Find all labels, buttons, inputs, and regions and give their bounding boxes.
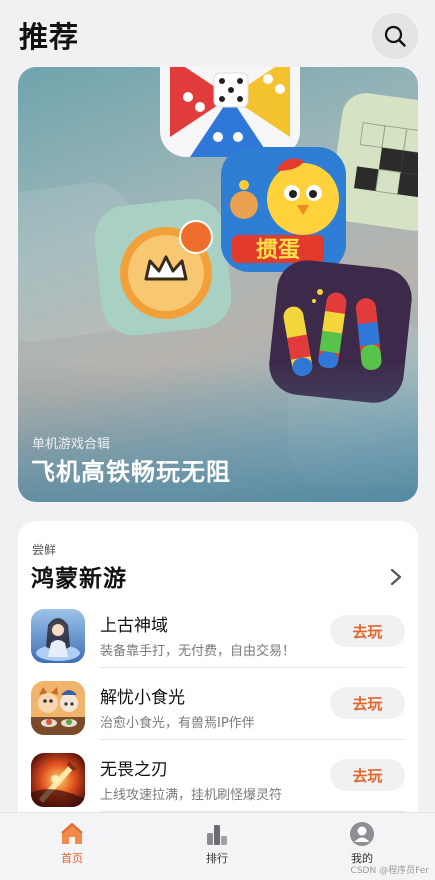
ludo-game-icon	[160, 67, 300, 157]
featured-banner[interactable]: 掼蛋 单机游戏合辑 飞机高铁畅玩无阻	[18, 67, 418, 502]
bottom-nav: 首页 排行 我的 CSDN @程序员Fer	[0, 812, 435, 880]
header: 推荐	[0, 0, 435, 66]
divider	[100, 739, 405, 740]
game-icon-wuwei	[31, 753, 85, 807]
nav-item-ranking[interactable]: 排行	[177, 821, 257, 871]
play-button[interactable]: 去玩	[330, 615, 405, 647]
section-kicker: 尝鲜	[32, 543, 57, 557]
play-button[interactable]: 去玩	[330, 759, 405, 791]
chick-egg-game-icon: 掼蛋	[221, 147, 346, 272]
game-list-item[interactable]: 上古神域 装备靠手打，无付费，自由交易！ 去玩	[18, 603, 418, 675]
game-list-item[interactable]: 无畏之刃 上线攻速拉满，挂机刷怪爆灵符 去玩	[18, 747, 418, 819]
banner-subtitle: 单机游戏合辑	[32, 437, 111, 452]
game-description: 装备靠手打，无付费，自由交易！	[100, 644, 296, 659]
home-icon	[61, 823, 83, 844]
game-icon-jieyou	[31, 681, 85, 735]
search-icon	[384, 25, 406, 47]
egg-art-text: 掼蛋	[256, 237, 300, 263]
game-name: 上古神域	[100, 616, 168, 636]
nav-label: 首页	[61, 852, 83, 865]
chevron-right-icon[interactable]	[386, 565, 406, 589]
watermark: CSDN @程序员Fer	[350, 866, 429, 876]
divider	[100, 667, 405, 668]
search-button[interactable]	[372, 13, 418, 59]
banner-title: 飞机高铁畅玩无阻	[31, 458, 231, 486]
game-name: 无畏之刃	[100, 760, 168, 780]
game-list-item[interactable]: 解忧小食光 治愈小食光，有兽焉IP作伴 去玩	[18, 675, 418, 747]
game-icon-shanggu	[31, 609, 85, 663]
profile-icon	[350, 822, 374, 846]
game-description: 上线攻速拉满，挂机刷怪爆灵符	[100, 788, 283, 803]
game-description: 治愈小食光，有兽焉IP作伴	[100, 716, 255, 731]
play-button[interactable]: 去玩	[330, 687, 405, 719]
ranking-icon	[207, 825, 227, 845]
section-title[interactable]: 鸿蒙新游	[31, 559, 127, 593]
nav-label: 排行	[206, 852, 228, 865]
new-games-card: 尝鲜 鸿蒙新游 上古神域 装备靠手打，无付费，自由交易！ 去玩 解忧小食光 治愈…	[18, 521, 418, 851]
game-name: 解忧小食光	[100, 688, 185, 708]
crown-game-icon	[94, 198, 232, 336]
page-title: 推荐	[19, 20, 80, 54]
nav-item-home[interactable]: 首页	[32, 821, 112, 871]
